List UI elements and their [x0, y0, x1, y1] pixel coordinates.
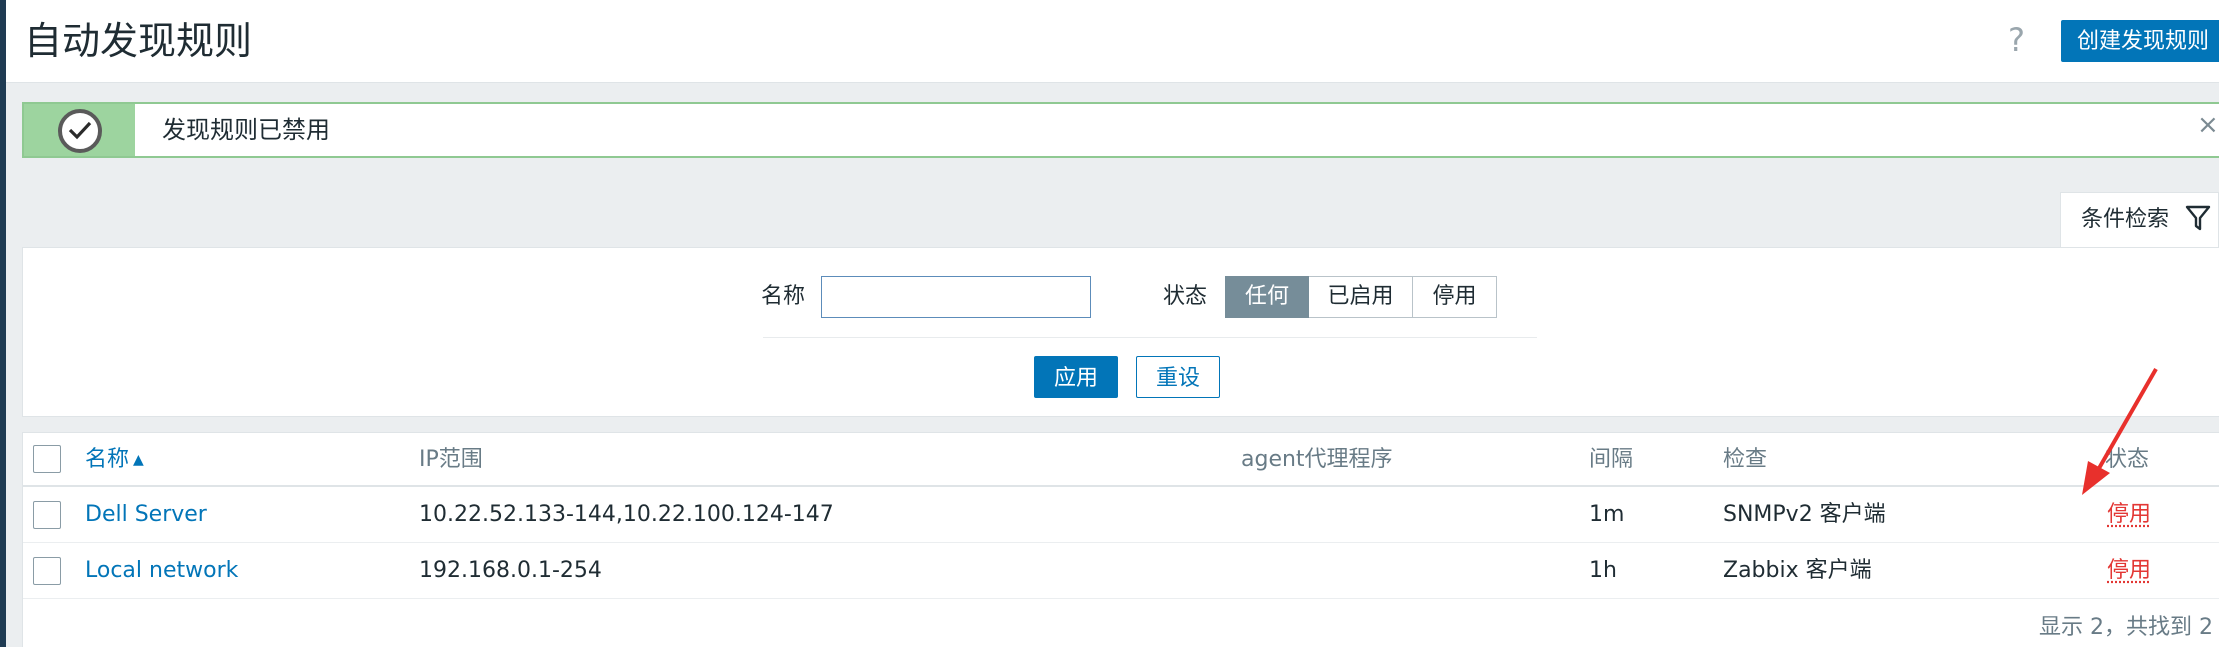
ip-range: 192.168.0.1-254 [419, 558, 602, 583]
interval: 1m [1589, 502, 1625, 527]
checks: SNMPv2 客户端 [1723, 502, 1886, 527]
name-filter-label: 名称 [761, 284, 806, 309]
status-filter-label: 状态 [1163, 284, 1208, 309]
column-header-name[interactable]: 名称 ▲ [85, 445, 144, 475]
table-header: 名称 ▲ IP范围 agent代理程序 间隔 检查 状态 [23, 433, 2219, 487]
ip-range: 10.22.52.133-144,10.22.100.124-147 [419, 502, 834, 527]
sidebar-edge [0, 0, 6, 647]
column-header-proxy: agent代理程序 [1241, 447, 1393, 472]
column-header-checks: 检查 [1723, 447, 1768, 472]
select-all-checkbox[interactable] [33, 445, 61, 473]
discovery-rules-table: 名称 ▲ IP范围 agent代理程序 间隔 检查 状态 Dell Server … [22, 432, 2219, 647]
check-icon [58, 109, 102, 153]
page-title: 自动发现规则 [24, 19, 253, 63]
checks: Zabbix 客户端 [1723, 558, 1872, 583]
page-header: 自动发现规则 ? 创建发现规则 [6, 0, 2219, 83]
sort-asc-icon: ▲ [133, 452, 144, 468]
create-discovery-rule-button[interactable]: 创建发现规则 [2061, 20, 2219, 62]
table-row: Dell Server 10.22.52.133-144,10.22.100.1… [23, 487, 2219, 543]
close-icon[interactable]: × [2197, 110, 2219, 140]
column-header-interval: 间隔 [1589, 447, 1634, 472]
filter-divider [763, 337, 1537, 338]
name-filter-input[interactable] [821, 276, 1091, 318]
apply-button[interactable]: 应用 [1034, 356, 1118, 398]
status-option-enabled[interactable]: 已启用 [1309, 276, 1413, 318]
table-row: Local network 192.168.0.1-254 1h Zabbix … [23, 543, 2219, 599]
rule-name-link[interactable]: Local network [85, 556, 238, 586]
filter-tab[interactable]: 条件检索 [2060, 192, 2219, 248]
column-header-ip-range: IP范围 [419, 447, 483, 472]
rule-name-link[interactable]: Dell Server [85, 500, 207, 530]
filter-icon [2185, 205, 2211, 231]
message-text: 发现规则已禁用 [162, 116, 330, 144]
row-checkbox[interactable] [33, 501, 61, 529]
success-message: 发现规则已禁用 × [22, 102, 2219, 158]
reset-button[interactable]: 重设 [1136, 356, 1220, 398]
filter-panel: 名称 状态 任何 已启用 停用 应用 重设 [22, 247, 2219, 417]
annotation-arrow-icon [2082, 368, 2158, 495]
status-option-any[interactable]: 任何 [1225, 276, 1309, 318]
status-toggle-link[interactable]: 停用 [2107, 500, 2151, 530]
filter-tab-label: 条件检索 [2081, 207, 2170, 232]
status-option-disabled[interactable]: 停用 [1413, 276, 1497, 318]
interval: 1h [1589, 558, 1617, 583]
message-icon-box [24, 104, 135, 156]
row-checkbox[interactable] [33, 557, 61, 585]
status-toggle-link[interactable]: 停用 [2107, 556, 2151, 586]
table-footer-count: 显示 2，共找到 2 [2039, 615, 2213, 640]
help-icon[interactable]: ? [2008, 18, 2025, 62]
